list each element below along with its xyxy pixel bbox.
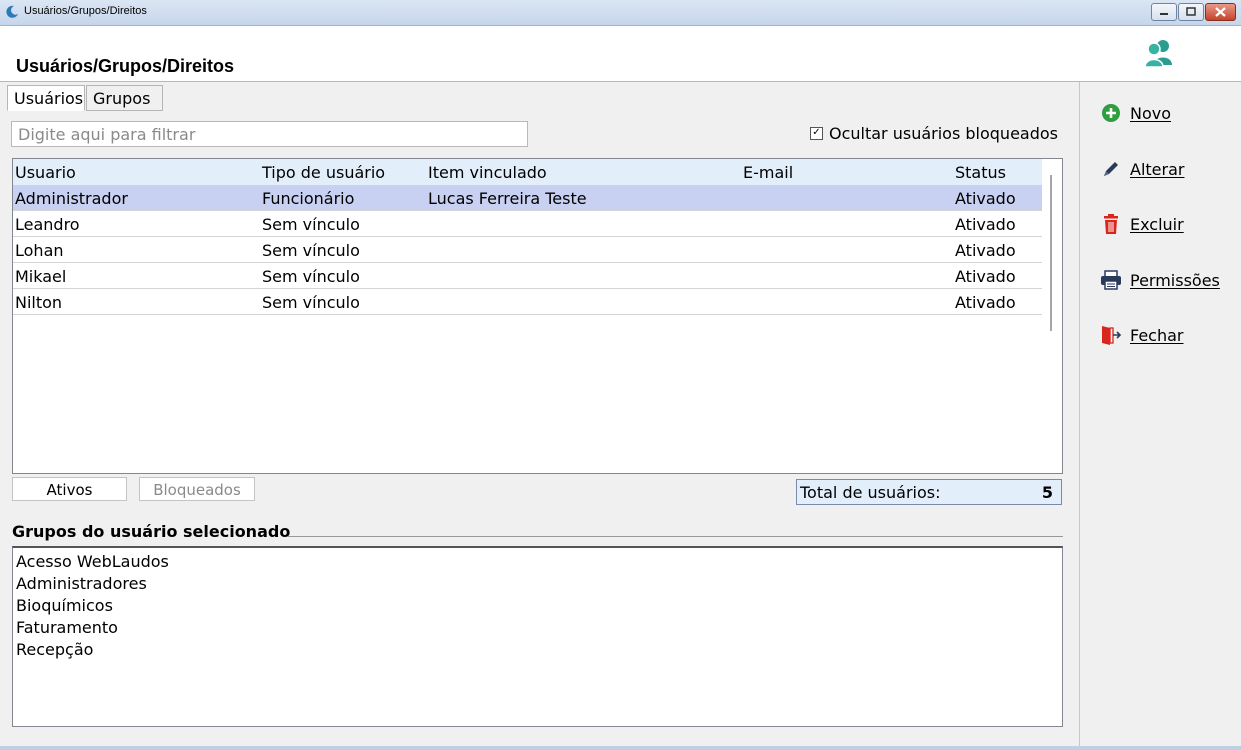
cell-usuario: Lohan (15, 241, 64, 260)
cell-tipo: Sem vínculo (262, 215, 360, 234)
cell-usuario: Leandro (15, 215, 80, 234)
blocked-users-button[interactable]: Bloqueados (139, 477, 255, 501)
scrollbar-thumb[interactable] (1050, 175, 1052, 331)
permissions-button[interactable]: Permissões (1100, 265, 1220, 295)
close-window-button-label: Fechar (1130, 325, 1184, 345)
column-header-status[interactable]: Status (955, 163, 1006, 182)
hide-blocked-checkbox[interactable]: ✓ Ocultar usuários bloqueados (810, 124, 1058, 143)
maximize-button[interactable] (1178, 3, 1204, 21)
new-button[interactable]: Novo (1100, 98, 1171, 128)
cell-tipo: Funcionário (262, 189, 355, 208)
hide-blocked-label: Ocultar usuários bloqueados (829, 124, 1058, 143)
edit-button-label: Alterar (1130, 159, 1185, 179)
total-users-label: Total de usuários: (800, 483, 941, 502)
close-icon (1215, 7, 1226, 17)
page-title: Usuários/Grupos/Direitos (16, 56, 235, 76)
column-header-item[interactable]: Item vinculado (428, 163, 547, 182)
close-window-button[interactable]: Fechar (1100, 320, 1184, 350)
tab-grupos[interactable]: Grupos (86, 85, 163, 111)
total-users-box: Total de usuários: 5 (796, 479, 1062, 505)
sidebar-divider (1079, 82, 1080, 750)
maximize-icon (1186, 7, 1196, 16)
list-item[interactable]: Bioquímicos (16, 596, 113, 615)
app-crescent-icon (6, 5, 18, 18)
groups-list[interactable]: Acesso WebLaudos Administradores Bioquím… (12, 546, 1063, 727)
delete-button-label: Excluir (1130, 214, 1184, 234)
cell-usuario: Administrador (15, 189, 128, 208)
window-bottom-border (0, 746, 1241, 750)
cell-usuario: Nilton (15, 293, 63, 312)
column-header-tipo[interactable]: Tipo de usuário (262, 163, 385, 182)
groups-section-title: Grupos do usuário selecionado (12, 522, 291, 541)
total-users-value: 5 (1041, 483, 1053, 502)
cell-status: Ativado (955, 189, 1016, 208)
trash-icon (1100, 213, 1122, 235)
exit-door-icon (1100, 324, 1122, 346)
table-row[interactable]: Nilton Sem vínculo Ativado (13, 289, 1042, 315)
minimize-button[interactable] (1151, 3, 1177, 21)
list-item[interactable]: Recepção (16, 640, 93, 659)
cell-item: Lucas Ferreira Teste (428, 189, 587, 208)
checkbox-checked-icon[interactable]: ✓ (810, 127, 823, 140)
edit-button[interactable]: Alterar (1100, 154, 1184, 184)
tab-usuarios[interactable]: Usuários (7, 85, 85, 111)
cell-usuario: Mikael (15, 267, 67, 286)
list-item[interactable]: Acesso WebLaudos (16, 552, 169, 571)
table-row[interactable]: Lohan Sem vínculo Ativado (13, 237, 1042, 263)
list-item[interactable]: Faturamento (16, 618, 118, 637)
table-header: Usuario Tipo de usuário Item vinculado E… (13, 159, 1042, 186)
cell-status: Ativado (955, 293, 1016, 312)
table-row[interactable]: Mikael Sem vínculo Ativado (13, 263, 1042, 289)
window-titlebar (0, 0, 1241, 26)
list-item[interactable]: Administradores (16, 574, 147, 593)
cell-tipo: Sem vínculo (262, 267, 360, 286)
cell-tipo: Sem vínculo (262, 241, 360, 260)
users-table[interactable]: Usuario Tipo de usuário Item vinculado E… (12, 158, 1063, 474)
vertical-scrollbar[interactable] (1042, 159, 1062, 473)
column-header-usuario[interactable]: Usuario (15, 163, 76, 182)
cell-status: Ativado (955, 267, 1016, 286)
delete-button[interactable]: Excluir (1100, 209, 1184, 239)
column-header-email[interactable]: E-mail (743, 163, 793, 182)
plus-circle-icon (1100, 102, 1122, 124)
table-row[interactable]: Administrador Funcionário Lucas Ferreira… (13, 185, 1042, 211)
active-users-button[interactable]: Ativos (12, 477, 127, 501)
cell-status: Ativado (955, 241, 1016, 260)
minimize-icon (1160, 13, 1168, 15)
window-title: Usuários/Grupos/Direitos (24, 5, 147, 17)
new-button-label: Novo (1130, 103, 1172, 123)
cell-status: Ativado (955, 215, 1016, 234)
printer-icon (1100, 269, 1122, 291)
pencil-icon (1100, 158, 1122, 180)
table-row[interactable]: Leandro Sem vínculo Ativado (13, 211, 1042, 237)
permissions-button-label: Permissões (1130, 270, 1220, 290)
groups-divider (288, 536, 1063, 537)
close-button[interactable] (1205, 3, 1236, 21)
search-input[interactable] (11, 121, 528, 147)
cell-tipo: Sem vínculo (262, 293, 360, 312)
users-icon (1144, 40, 1172, 67)
